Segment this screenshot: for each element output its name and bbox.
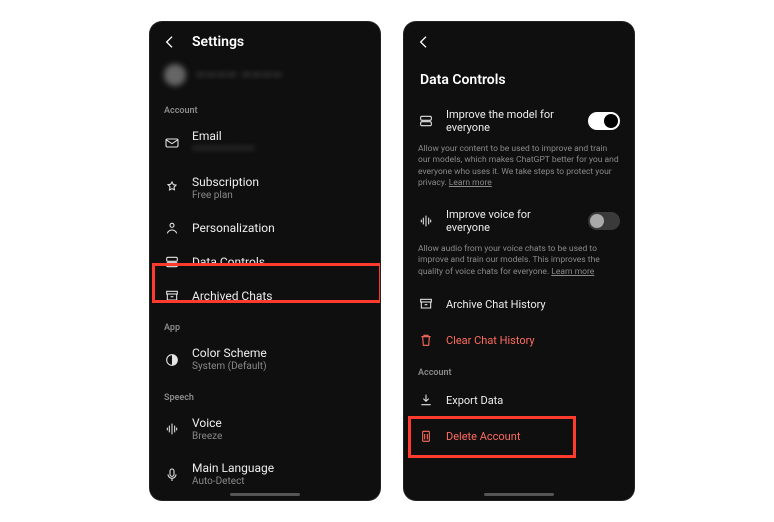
header: Settings bbox=[150, 22, 380, 58]
data-controls-icon bbox=[164, 254, 180, 270]
personalization-label: Personalization bbox=[192, 221, 275, 236]
voice-value: Breeze bbox=[192, 431, 222, 444]
download-icon bbox=[418, 392, 434, 408]
settings-item-email[interactable]: Email ———————— bbox=[150, 120, 380, 166]
delete-account-row[interactable]: Delete Account bbox=[404, 418, 634, 454]
improve-model-label: Improve the model for everyone bbox=[446, 108, 576, 134]
voice-label: Voice bbox=[192, 416, 222, 431]
email-label: Email bbox=[192, 129, 254, 144]
data-controls-screen: Data Controls Improve the model for ever… bbox=[404, 22, 634, 500]
improve-voice-row[interactable]: Improve voice for everyone bbox=[404, 198, 634, 244]
settings-item-main-language[interactable]: Main Language Auto-Detect bbox=[150, 452, 380, 498]
back-icon[interactable] bbox=[416, 34, 432, 50]
archive-icon bbox=[164, 288, 180, 304]
subscription-icon bbox=[164, 180, 180, 196]
section-account: Account bbox=[404, 358, 634, 382]
user-profile-row[interactable]: ———— ———— bbox=[150, 58, 380, 96]
archive-icon bbox=[418, 296, 434, 312]
voice-waves-icon bbox=[418, 213, 434, 229]
section-app: App bbox=[150, 313, 380, 337]
section-account: Account bbox=[150, 96, 380, 120]
subscription-value: Free plan bbox=[192, 190, 259, 203]
improve-model-help: Allow your content to be used to improve… bbox=[404, 144, 634, 198]
back-icon[interactable] bbox=[162, 34, 178, 50]
trash-icon bbox=[418, 332, 434, 348]
delete-icon bbox=[418, 428, 434, 444]
learn-more-link[interactable]: Learn more bbox=[449, 178, 492, 188]
color-scheme-value: System (Default) bbox=[192, 361, 267, 374]
export-data-label: Export Data bbox=[446, 394, 503, 407]
color-scheme-icon bbox=[164, 352, 180, 368]
archive-history-row[interactable]: Archive Chat History bbox=[404, 286, 634, 322]
settings-item-personalization[interactable]: Personalization bbox=[150, 211, 380, 245]
color-scheme-label: Color Scheme bbox=[192, 346, 267, 361]
settings-item-voice[interactable]: Voice Breeze bbox=[150, 407, 380, 453]
database-icon bbox=[418, 113, 434, 129]
delete-account-label: Delete Account bbox=[446, 430, 520, 443]
microphone-icon bbox=[164, 467, 180, 483]
settings-screen: Settings ———— ———— Account Email ———————… bbox=[150, 22, 380, 500]
email-value: ———————— bbox=[192, 144, 254, 157]
clear-history-label: Clear Chat History bbox=[446, 334, 535, 347]
improve-voice-label: Improve voice for everyone bbox=[446, 208, 576, 234]
subscription-label: Subscription bbox=[192, 175, 259, 190]
home-indicator bbox=[484, 493, 554, 496]
header bbox=[404, 22, 634, 58]
settings-item-subscription[interactable]: Subscription Free plan bbox=[150, 166, 380, 212]
page-title: Settings bbox=[192, 34, 244, 50]
improve-voice-toggle[interactable] bbox=[588, 212, 620, 230]
page-title: Data Controls bbox=[404, 58, 634, 98]
home-indicator bbox=[230, 493, 300, 496]
archive-history-label: Archive Chat History bbox=[446, 298, 546, 311]
settings-item-data-controls[interactable]: Data Controls bbox=[150, 245, 380, 279]
voice-icon bbox=[164, 421, 180, 437]
clear-history-row[interactable]: Clear Chat History bbox=[404, 322, 634, 358]
improve-model-row[interactable]: Improve the model for everyone bbox=[404, 98, 634, 144]
settings-item-color-scheme[interactable]: Color Scheme System (Default) bbox=[150, 337, 380, 383]
learn-more-link[interactable]: Learn more bbox=[551, 267, 594, 277]
personalization-icon bbox=[164, 220, 180, 236]
improve-voice-help: Allow audio from your voice chats to be … bbox=[404, 244, 634, 286]
export-data-row[interactable]: Export Data bbox=[404, 382, 634, 418]
section-speech: Speech bbox=[150, 383, 380, 407]
main-language-value: Auto-Detect bbox=[192, 476, 274, 489]
data-controls-label: Data Controls bbox=[192, 255, 265, 270]
main-language-label: Main Language bbox=[192, 461, 274, 476]
settings-item-archived-chats[interactable]: Archived Chats bbox=[150, 279, 380, 313]
user-name: ———— ———— bbox=[196, 68, 283, 82]
improve-model-toggle[interactable] bbox=[588, 112, 620, 130]
archived-chats-label: Archived Chats bbox=[192, 289, 273, 304]
mail-icon bbox=[164, 135, 180, 151]
avatar bbox=[164, 64, 186, 86]
